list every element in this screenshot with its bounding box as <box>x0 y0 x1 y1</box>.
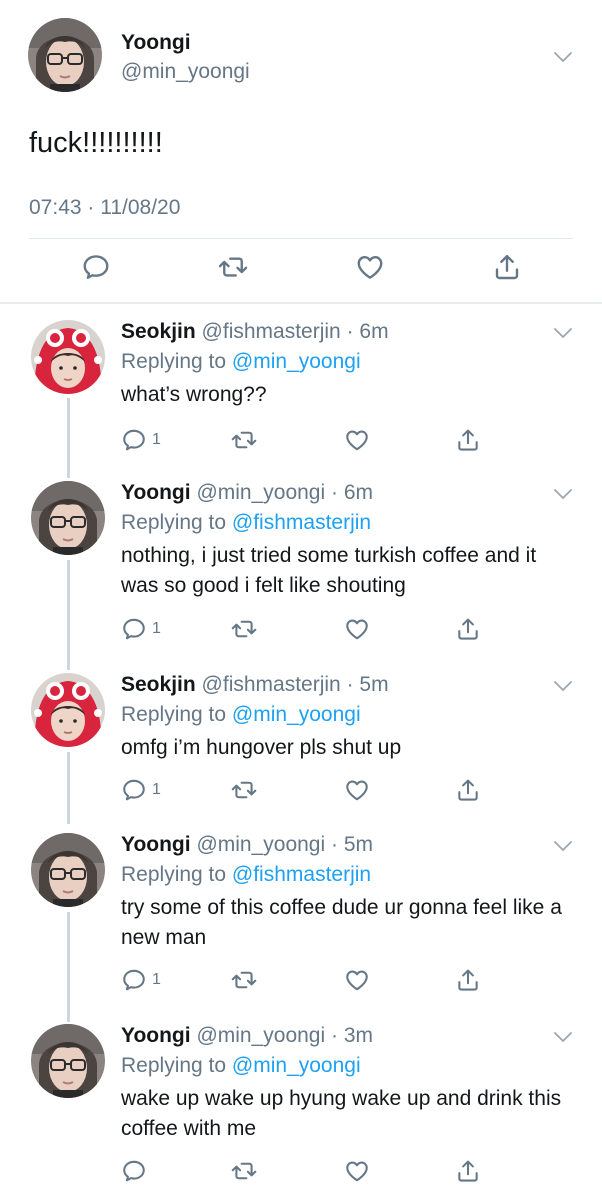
tweet-actions: 1 <box>0 427 602 457</box>
retweet-icon[interactable] <box>231 427 257 453</box>
like-icon[interactable] <box>344 616 370 642</box>
retweet-icon[interactable] <box>231 1158 257 1184</box>
retweet-icon[interactable] <box>231 967 257 993</box>
like-icon[interactable] <box>344 777 370 803</box>
mention-link[interactable]: @fishmasterjin <box>232 863 371 886</box>
reply-count: 1 <box>152 971 161 988</box>
reply-icon[interactable] <box>121 427 147 453</box>
divider <box>0 302 602 304</box>
chevron-down-icon[interactable] <box>553 487 573 501</box>
replying-to: Replying to @min_yoongi <box>121 350 361 373</box>
tweet-text: nothing, i just tried some turkish coffe… <box>121 544 537 597</box>
reply-icon[interactable] <box>121 777 147 803</box>
tweet-actions: 1 <box>0 967 602 997</box>
tweet-text: try some of this coffee dude ur gonna fe… <box>121 896 562 949</box>
avatar[interactable] <box>31 320 105 394</box>
chevron-down-icon[interactable] <box>553 1030 573 1044</box>
reply-tweet[interactable]: Yoongi @min_yoongi · 6m Replying to @fis… <box>0 481 602 661</box>
reply-tweet[interactable]: Seokjin @fishmasterjin · 5m Replying to … <box>0 673 602 813</box>
author-name[interactable]: Seokjin <box>121 320 196 343</box>
share-icon[interactable] <box>455 967 481 993</box>
like-icon[interactable] <box>355 252 385 282</box>
reply-tweet[interactable]: Seokjin @fishmasterjin · 6m Replying to … <box>0 320 602 460</box>
like-icon[interactable] <box>344 967 370 993</box>
author-name[interactable]: Yoongi <box>121 481 191 504</box>
tweet-text: fuck!!!!!!!!!! <box>29 127 163 159</box>
like-icon[interactable] <box>344 1158 370 1184</box>
author-handle[interactable]: @min_yoongi <box>121 60 250 84</box>
tweet-actions: 1 <box>0 616 602 646</box>
share-icon[interactable] <box>455 427 481 453</box>
tweet-actions: 1 <box>0 777 602 807</box>
tweet-actions <box>0 1158 602 1188</box>
replying-to: Replying to @fishmasterjin <box>121 511 372 534</box>
avatar[interactable] <box>31 673 105 747</box>
like-icon[interactable] <box>344 427 370 453</box>
author-name[interactable]: Seokjin <box>121 673 196 696</box>
reply-icon[interactable] <box>121 616 147 642</box>
reply-count: 1 <box>152 781 161 798</box>
divider <box>29 238 573 239</box>
reply-icon[interactable] <box>121 967 147 993</box>
tweet-text: wake up wake up hyung wake up and drink … <box>121 1087 562 1140</box>
reply-tweet[interactable]: Yoongi @min_yoongi · 3m Replying to @min… <box>0 1024 602 1200</box>
share-icon[interactable] <box>492 252 522 282</box>
retweet-icon[interactable] <box>231 616 257 642</box>
avatar[interactable] <box>31 833 105 907</box>
mention-link[interactable]: @fishmasterjin <box>232 511 371 534</box>
share-icon[interactable] <box>455 777 481 803</box>
tweet-actions <box>0 252 602 288</box>
mention-link[interactable]: @min_yoongi <box>232 703 361 726</box>
reply-count: 1 <box>152 431 161 448</box>
mention-link[interactable]: @min_yoongi <box>232 1054 361 1077</box>
replying-to: Replying to @min_yoongi <box>121 703 361 726</box>
avatar[interactable] <box>31 1024 105 1098</box>
replying-to: Replying to @fishmasterjin <box>121 863 372 886</box>
reply-tweet[interactable]: Yoongi @min_yoongi · 5m Replying to @fis… <box>0 833 602 1013</box>
timestamp[interactable]: 07:43 · 11/08/20 <box>29 196 180 220</box>
chevron-down-icon[interactable] <box>553 326 573 340</box>
avatar[interactable] <box>31 481 105 555</box>
retweet-icon[interactable] <box>231 777 257 803</box>
author-meta: @fishmasterjin · 6m <box>201 320 389 343</box>
chevron-down-icon[interactable] <box>553 50 573 64</box>
reply-count: 1 <box>152 620 161 637</box>
chevron-down-icon[interactable] <box>553 839 573 853</box>
reply-icon[interactable] <box>121 1158 147 1184</box>
tweet-text: what’s wrong?? <box>121 383 267 406</box>
retweet-icon[interactable] <box>218 252 248 282</box>
main-tweet: Yoongi @min_yoongi fuck!!!!!!!!!! 07:43 … <box>0 0 602 304</box>
author-name[interactable]: Yoongi <box>121 31 191 55</box>
avatar[interactable] <box>28 18 102 92</box>
tweet-text: omfg i’m hungover pls shut up <box>121 736 402 759</box>
author-name[interactable]: Yoongi <box>121 833 191 856</box>
author-meta: @fishmasterjin · 5m <box>201 673 389 696</box>
reply-icon[interactable] <box>81 252 111 282</box>
share-icon[interactable] <box>455 1158 481 1184</box>
author-meta: @min_yoongi · 5m <box>196 833 373 856</box>
chevron-down-icon[interactable] <box>553 679 573 693</box>
replying-to: Replying to @min_yoongi <box>121 1054 361 1077</box>
mention-link[interactable]: @min_yoongi <box>232 350 361 373</box>
share-icon[interactable] <box>455 616 481 642</box>
author-meta: @min_yoongi · 6m <box>196 481 373 504</box>
author-name[interactable]: Yoongi <box>121 1024 191 1047</box>
author-meta: @min_yoongi · 3m <box>196 1024 373 1047</box>
